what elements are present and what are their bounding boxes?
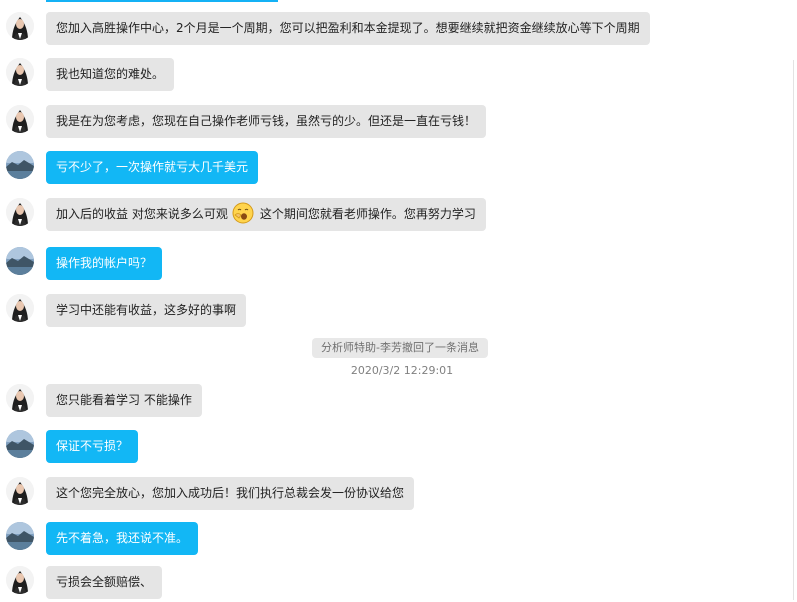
message-bubble[interactable]: 这个您完全放心，您加入成功后！我们执行总裁会发一份协议给您 [46, 477, 415, 510]
agent-avatar-icon[interactable] [6, 566, 34, 594]
previous-bubble-edge [46, 0, 278, 2]
chat-message-user: 先不着急，我还说不准。 [0, 522, 797, 558]
yawning-face-emoji-icon [232, 202, 254, 224]
chat-message-agent: 加入后的收益 对您来说多么可观 这个期间您就看老师操作。您再努力学习 [0, 198, 797, 234]
message-text: 加入后的收益 对您来说多么可观 [56, 207, 228, 221]
chat-message-user: 亏不少了，一次操作就亏大几千美元 [0, 151, 797, 187]
message-bubble-own[interactable]: 先不着急，我还说不准。 [46, 522, 199, 555]
user-avatar-icon[interactable] [6, 430, 34, 458]
agent-avatar-icon[interactable] [6, 198, 34, 226]
scrollbar-track[interactable] [793, 60, 794, 600]
chat-message-agent: 您只能看着学习 不能操作 [0, 384, 797, 420]
agent-avatar-icon[interactable] [6, 477, 34, 505]
chat-message-agent: 您加入高胜操作中心，2个月是一个周期，您可以把盈利和本金提现了。想要继续就把资金… [0, 12, 797, 48]
agent-avatar-icon[interactable] [6, 58, 34, 86]
message-bubble[interactable]: 学习中还能有收益，这多好的事啊 [46, 294, 247, 327]
message-bubble[interactable]: 加入后的收益 对您来说多么可观 这个期间您就看老师操作。您再努力学习 [46, 198, 486, 231]
user-avatar-icon[interactable] [6, 247, 34, 275]
agent-avatar-icon[interactable] [6, 12, 34, 40]
user-avatar-icon[interactable] [6, 522, 34, 550]
recall-notice: 分析师特助-李芳撤回了一条消息 [312, 338, 488, 358]
message-bubble[interactable]: 我也知道您的难处。 [46, 58, 175, 91]
message-text: 这个期间您就看老师操作。您再努力学习 [259, 207, 476, 221]
user-avatar-icon[interactable] [6, 151, 34, 179]
message-bubble-own[interactable]: 操作我的帐户吗？ [46, 247, 163, 280]
chat-message-agent: 这个您完全放心，您加入成功后！我们执行总裁会发一份协议给您 [0, 477, 797, 513]
chat-message-agent: 学习中还能有收益，这多好的事啊 [0, 294, 797, 330]
message-bubble-own[interactable]: 保证不亏损？ [46, 430, 139, 463]
message-timestamp: 2020/3/2 12:29:01 [350, 364, 454, 377]
message-bubble[interactable]: 您只能看着学习 不能操作 [46, 384, 202, 417]
agent-avatar-icon[interactable] [6, 105, 34, 133]
chat-message-agent: 我也知道您的难处。 [0, 58, 797, 94]
message-bubble-own[interactable]: 亏不少了，一次操作就亏大几千美元 [46, 151, 259, 184]
message-bubble[interactable]: 我是在为您考虑，您现在自己操作老师亏钱，虽然亏的少。但还是一直在亏钱！ [46, 105, 487, 138]
agent-avatar-icon[interactable] [6, 294, 34, 322]
agent-avatar-icon[interactable] [6, 384, 34, 412]
chat-message-agent: 我是在为您考虑，您现在自己操作老师亏钱，虽然亏的少。但还是一直在亏钱！ [0, 105, 797, 141]
chat-message-user: 操作我的帐户吗？ [0, 247, 797, 283]
chat-message-agent: 亏损会全额赔偿、 [0, 566, 797, 602]
chat-message-user: 保证不亏损？ [0, 430, 797, 466]
message-bubble[interactable]: 亏损会全额赔偿、 [46, 566, 163, 599]
message-bubble[interactable]: 您加入高胜操作中心，2个月是一个周期，您可以把盈利和本金提现了。想要继续就把资金… [46, 12, 650, 45]
